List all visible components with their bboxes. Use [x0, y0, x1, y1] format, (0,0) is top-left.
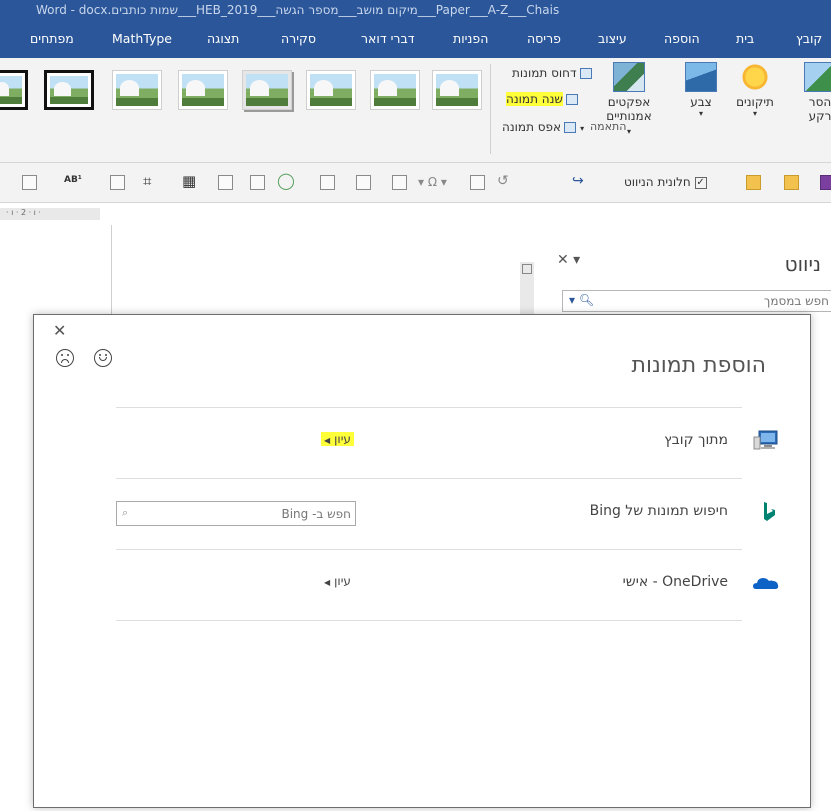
horizontal-ruler: · ı · 2 · ı ·	[0, 208, 100, 220]
tab-file[interactable]: קובץ	[796, 31, 822, 46]
from-file-label: מתוך קובץ	[664, 432, 728, 448]
equation-icon[interactable]	[470, 175, 485, 190]
document-icon[interactable]	[110, 175, 125, 190]
picture-style-thumb[interactable]	[178, 70, 228, 110]
picture-icon[interactable]	[218, 175, 233, 190]
compress-icon	[579, 68, 592, 79]
list-icon[interactable]	[392, 175, 407, 190]
frame-icon[interactable]	[250, 175, 265, 190]
onedrive-label: OneDrive - אישי	[622, 574, 728, 590]
tab-design[interactable]: עיצוב	[598, 31, 627, 46]
table-icon[interactable]	[22, 175, 37, 190]
nav-search-box[interactable]: ▾ 🔍︎	[562, 290, 831, 312]
source-row-onedrive: OneDrive - אישי עיון◀	[116, 549, 780, 619]
bing-search-input[interactable]	[151, 506, 351, 522]
insert-pictures-dialog: ✕ הוספת תמונות מתוך קובץ עיון◀ חיפוש תמו…	[33, 314, 811, 808]
textbox-icon[interactable]	[356, 175, 371, 190]
frown-icon[interactable]	[56, 349, 74, 367]
smile-icon[interactable]	[94, 349, 112, 367]
reset-picture-icon	[564, 122, 577, 133]
nav-pane-title: ניווט	[784, 252, 821, 276]
dropdown-arrow-icon: ▾	[752, 109, 757, 118]
undo-icon[interactable]: ↺	[497, 173, 509, 189]
corrections-button[interactable]: תיקונים ▾	[730, 62, 780, 118]
picture-style-thumb[interactable]	[112, 70, 162, 110]
dialog-title: הוספת תמונות	[631, 353, 767, 378]
grid-icon[interactable]: ⌗	[143, 172, 151, 190]
sun-icon	[740, 62, 770, 92]
document-page	[0, 225, 112, 315]
symbol-icon[interactable]: ▾ Ω ▾	[418, 175, 447, 189]
remove-background-button[interactable]: הסר רקע	[790, 62, 831, 123]
circle-icon[interactable]: ◯	[277, 171, 295, 190]
navigation-pane: ✕ ▾ ניווט ▾ 🔍︎	[545, 240, 831, 320]
dropdown-arrow-icon: ▾	[626, 127, 631, 136]
ribbon-separator	[490, 64, 491, 154]
paste-icon[interactable]	[320, 175, 335, 190]
text-effect-icon[interactable]: AB¹	[64, 175, 82, 185]
change-picture-label: שנה תמונה	[506, 92, 563, 106]
tab-home[interactable]: בית	[736, 31, 754, 46]
adjust-group-label: התאמה	[590, 120, 627, 133]
triangle-left-icon: ◀	[324, 578, 331, 587]
picture-style-thumb[interactable]	[306, 70, 356, 110]
save-icon[interactable]	[820, 175, 831, 190]
color-icon	[685, 62, 717, 92]
open-folder-icon[interactable]	[784, 175, 799, 190]
source-row-bing: חיפוש תמונות של Bing ⌕	[116, 478, 780, 548]
bing-search-label: חיפוש תמונות של Bing	[589, 503, 728, 519]
dropdown-arrow-icon: ▾	[580, 124, 585, 133]
compress-pictures-button[interactable]: דחוס תמונות	[512, 66, 592, 80]
folder-icon[interactable]	[746, 175, 761, 190]
tab-references[interactable]: הפניות	[453, 31, 488, 46]
close-icon[interactable]: ✕ ▾	[557, 252, 580, 268]
nav-pane-toggle[interactable]: ✓ חלונית הניווט	[624, 175, 707, 189]
checkbox-icon[interactable]: ✓	[694, 176, 707, 189]
ribbon-tabs: קובץ בית הוספה עיצוב פריסה הפניות דברי ד…	[0, 22, 831, 58]
tab-review[interactable]: סקירה	[281, 31, 316, 46]
tab-mailings[interactable]: דברי דואר	[361, 31, 415, 46]
change-picture-button[interactable]: שנה תמונה	[506, 92, 578, 106]
bing-search-box[interactable]: ⌕	[116, 501, 356, 526]
picture-style-thumb[interactable]	[370, 70, 420, 110]
title-bar: Word - docx.שמות כותבים___HEB_2019___מיק…	[0, 0, 831, 22]
tab-layout[interactable]: פריסה	[527, 31, 561, 46]
browse-onedrive-link[interactable]: עיון◀	[321, 574, 354, 588]
dropdown-arrow-icon: ▾	[698, 109, 703, 118]
color-button[interactable]: צבע ▾	[676, 62, 726, 118]
tab-mathtype[interactable]: MathType	[112, 31, 172, 46]
picture-style-thumb[interactable]	[242, 70, 292, 110]
artistic-effects-icon	[613, 62, 645, 92]
search-icon[interactable]: ▾ 🔍︎	[569, 293, 594, 307]
ribbon-body: דחוס תמונות שנה תמונה ▾אפס תמונה אפקטים …	[0, 58, 831, 163]
nav-search-input[interactable]	[609, 293, 829, 309]
browse-file-link[interactable]: עיון◀	[321, 432, 354, 446]
tab-developer[interactable]: מפתחים	[30, 31, 74, 46]
redo-icon[interactable]: ↪	[572, 173, 584, 189]
remove-background-icon	[804, 62, 831, 92]
tab-view[interactable]: תצוגה	[207, 31, 239, 46]
source-row-from-file: מתוך קובץ עיון◀	[116, 407, 780, 477]
divider	[116, 620, 742, 621]
picture-style-thumb[interactable]	[432, 70, 482, 110]
ruler-corner[interactable]	[522, 264, 532, 274]
search-icon[interactable]: ⌕	[122, 506, 128, 520]
quick-toolbar: AB¹ ⌗ ▦ ◯ ▾ Ω ▾ ↺ ↪ ✓ חלונית הניווט	[0, 163, 831, 203]
picture-style-thumb[interactable]	[44, 70, 94, 110]
triangle-left-icon: ◀	[324, 436, 331, 445]
window-title: Word - docx.שמות כותבים___HEB_2019___מיק…	[36, 3, 560, 17]
table-grid-icon[interactable]: ▦	[182, 172, 196, 190]
computer-icon	[752, 429, 780, 453]
tab-insert[interactable]: הוספה	[664, 31, 700, 46]
bing-icon	[752, 500, 780, 524]
reset-picture-button[interactable]: ▾אפס תמונה	[502, 120, 584, 134]
close-icon[interactable]: ✕	[53, 321, 66, 340]
change-picture-icon	[565, 94, 578, 105]
picture-style-thumb[interactable]	[0, 70, 28, 110]
onedrive-cloud-icon	[752, 571, 780, 595]
